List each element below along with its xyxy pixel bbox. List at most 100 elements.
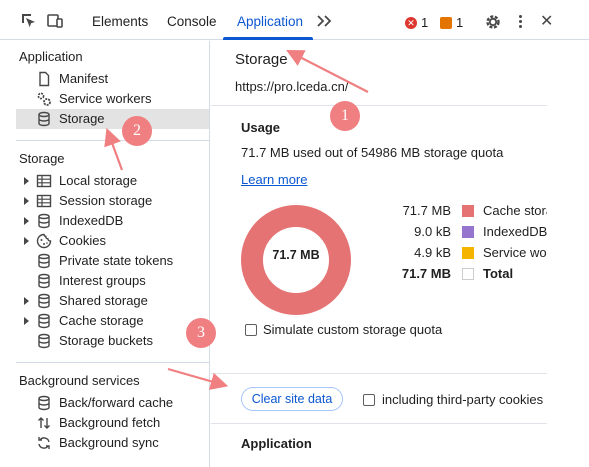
sidebar-item-manifest[interactable]: Manifest bbox=[16, 69, 209, 89]
legend-swatch bbox=[462, 226, 474, 238]
legend-name: Service workers bbox=[483, 245, 547, 260]
legend-row-service-workers: 4.9 kB Service workers bbox=[371, 243, 547, 263]
origin-url: https://pro.lceda.cn/ bbox=[235, 79, 349, 94]
sidebar: Application Manifest Service workers Sto… bbox=[16, 41, 210, 467]
tab-elements[interactable]: Elements bbox=[92, 0, 148, 40]
section-divider bbox=[16, 140, 210, 141]
sidebar-item-label: IndexedDB bbox=[59, 213, 124, 228]
sidebar-item-indexeddb[interactable]: IndexedDB bbox=[16, 211, 209, 231]
document-icon bbox=[36, 71, 52, 87]
legend-row-indexeddb: 9.0 kB IndexedDB bbox=[371, 222, 547, 242]
sidebar-item-label: Local storage bbox=[59, 173, 138, 188]
section-title-storage: Storage bbox=[19, 151, 65, 166]
application-heading: Application bbox=[241, 436, 312, 451]
sidebar-item-storage-buckets[interactable]: Storage buckets bbox=[16, 331, 209, 351]
sidebar-item-label: Interest groups bbox=[59, 273, 146, 288]
database-icon bbox=[36, 313, 52, 329]
sidebar-item-private-state-tokens[interactable]: Private state tokens bbox=[16, 251, 209, 271]
annotation-marker-3: 3 bbox=[186, 318, 216, 348]
error-count[interactable]: 1 bbox=[421, 14, 428, 32]
legend-row-cache-storage: 71.7 MB Cache storage bbox=[371, 201, 547, 221]
arrows-updown-icon bbox=[36, 415, 52, 431]
usage-heading: Usage bbox=[241, 120, 281, 135]
expand-arrow-icon[interactable] bbox=[24, 317, 29, 325]
warning-count[interactable]: 1 bbox=[456, 14, 463, 32]
sidebar-item-label: Shared storage bbox=[59, 293, 148, 308]
annotation-marker-1: 1 bbox=[330, 101, 360, 131]
table-icon bbox=[36, 193, 52, 209]
sidebar-item-back-forward-cache[interactable]: Back/forward cache bbox=[16, 393, 209, 413]
sidebar-item-interest-groups[interactable]: Interest groups bbox=[16, 271, 209, 291]
sidebar-item-session-storage[interactable]: Session storage bbox=[16, 191, 209, 211]
sidebar-item-label: Background sync bbox=[59, 435, 159, 450]
database-icon bbox=[36, 213, 52, 229]
legend-row-total: 71.7 MB Total bbox=[371, 264, 547, 284]
sidebar-item-shared-storage[interactable]: Shared storage bbox=[16, 291, 209, 311]
gears-icon bbox=[36, 91, 52, 107]
usage-summary: 71.7 MB used out of 54986 MB storage quo… bbox=[241, 145, 504, 160]
sidebar-item-local-storage[interactable]: Local storage bbox=[16, 171, 209, 191]
devtools-toolbar: Elements Console Application ✕ 1 1 ✕ bbox=[0, 0, 589, 40]
sidebar-item-cache-storage[interactable]: Cache storage bbox=[16, 311, 209, 331]
legend-value: 71.7 MB bbox=[402, 203, 451, 218]
settings-gear-icon[interactable] bbox=[484, 13, 502, 31]
section-divider bbox=[211, 105, 547, 106]
more-tabs-icon[interactable] bbox=[316, 14, 334, 28]
sidebar-item-label: Manifest bbox=[59, 71, 109, 86]
learn-more-link[interactable]: Learn more bbox=[241, 172, 307, 187]
tab-application[interactable]: Application bbox=[237, 0, 303, 40]
third-party-cookies-checkbox[interactable] bbox=[363, 394, 375, 406]
clear-site-data-button[interactable]: Clear site data bbox=[241, 387, 343, 411]
simulate-quota-label: Simulate custom storage quota bbox=[263, 322, 443, 337]
legend-name: Total bbox=[483, 266, 514, 281]
sidebar-item-background-fetch[interactable]: Background fetch bbox=[16, 413, 209, 433]
expand-arrow-icon[interactable] bbox=[24, 217, 29, 225]
database-icon bbox=[36, 273, 52, 289]
legend-name: Cache storage bbox=[483, 203, 547, 218]
database-icon bbox=[36, 293, 52, 309]
expand-arrow-icon[interactable] bbox=[24, 177, 29, 185]
database-icon bbox=[36, 395, 52, 411]
database-icon bbox=[36, 253, 52, 269]
close-icon[interactable]: ✕ bbox=[540, 14, 553, 30]
simulate-quota-checkbox[interactable] bbox=[245, 324, 257, 336]
legend-swatch bbox=[462, 268, 474, 280]
expand-arrow-icon[interactable] bbox=[24, 237, 29, 245]
sidebar-item-service-workers[interactable]: Service workers bbox=[16, 89, 209, 109]
sidebar-item-label: Back/forward cache bbox=[59, 395, 174, 410]
sidebar-item-label: Background fetch bbox=[59, 415, 161, 430]
inspect-element-icon[interactable] bbox=[20, 12, 38, 30]
sidebar-item-label: Cookies bbox=[59, 233, 106, 248]
error-icon[interactable]: ✕ bbox=[405, 17, 417, 29]
expand-arrow-icon[interactable] bbox=[24, 197, 29, 205]
page-title: Storage bbox=[235, 51, 288, 68]
legend-value: 71.7 MB bbox=[401, 266, 451, 281]
legend-swatch bbox=[462, 205, 474, 217]
sidebar-item-label: Session storage bbox=[59, 193, 153, 208]
legend-swatch bbox=[462, 247, 474, 259]
sidebar-item-label: Service workers bbox=[59, 91, 152, 106]
sidebar-item-label: Storage bbox=[59, 111, 105, 126]
device-toolbar-icon[interactable] bbox=[46, 12, 64, 30]
sidebar-item-label: Storage buckets bbox=[59, 333, 153, 348]
sidebar-item-label: Cache storage bbox=[59, 313, 144, 328]
third-party-cookies-label: including third-party cookies bbox=[382, 392, 544, 407]
donut-center-label: 71.7 MB bbox=[272, 248, 320, 262]
sidebar-item-storage[interactable]: Storage bbox=[16, 109, 209, 129]
sidebar-item-background-sync[interactable]: Background sync bbox=[16, 433, 209, 453]
section-divider bbox=[211, 373, 547, 374]
expand-arrow-icon[interactable] bbox=[24, 297, 29, 305]
section-title-application: Application bbox=[19, 49, 83, 64]
sidebar-item-cookies[interactable]: Cookies bbox=[16, 231, 209, 251]
database-icon bbox=[36, 111, 52, 127]
tab-console[interactable]: Console bbox=[167, 0, 217, 40]
warning-icon[interactable] bbox=[440, 17, 452, 29]
legend-value: 4.9 kB bbox=[414, 245, 451, 260]
legend-name: IndexedDB bbox=[483, 224, 547, 239]
more-options-icon[interactable] bbox=[517, 13, 523, 31]
sidebar-item-label: Private state tokens bbox=[59, 253, 174, 268]
legend-value: 9.0 kB bbox=[414, 224, 451, 239]
database-icon bbox=[36, 333, 52, 349]
section-divider bbox=[16, 362, 210, 363]
annotation-marker-2: 2 bbox=[122, 116, 152, 146]
